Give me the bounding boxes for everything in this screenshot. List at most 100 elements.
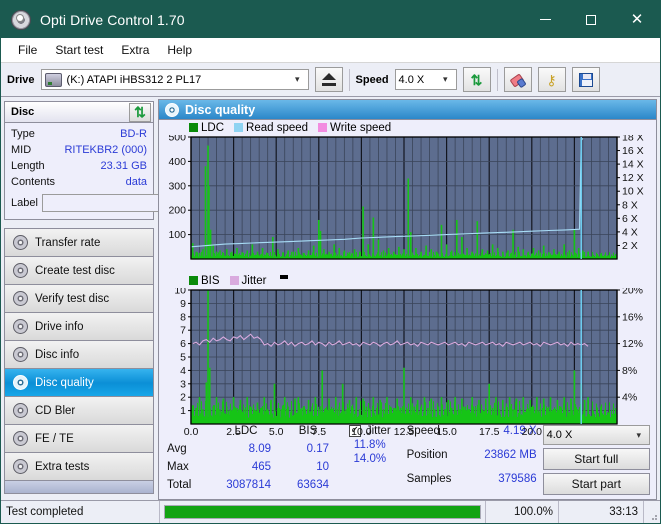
disc-row-value: 23.31 GB — [100, 160, 147, 172]
svg-text:8%: 8% — [622, 365, 637, 377]
stats-avg-ldc: 8.09 — [248, 443, 271, 455]
stats-row-label-avg: Avg — [167, 443, 187, 455]
svg-text:4 X: 4 X — [622, 226, 638, 238]
svg-text:4%: 4% — [622, 392, 637, 404]
sidebar-item-disc-info[interactable]: Disc info — [5, 341, 153, 369]
sidebar-item-disc-quality[interactable]: Disc quality — [5, 369, 153, 397]
svg-text:1: 1 — [180, 405, 186, 417]
sidebar-item-create-test-disc[interactable]: Create test disc — [5, 257, 153, 285]
sidebar-item-extra-tests[interactable]: Extra tests — [5, 453, 153, 481]
legend-entry-jitter: Jitter — [229, 274, 267, 287]
menu-file[interactable]: File — [9, 40, 46, 60]
test-speed-select[interactable]: 4.0 X ▾ — [542, 425, 650, 445]
progress-bar — [164, 505, 481, 519]
legend-entry-read-speed: Read speed — [234, 122, 308, 134]
svg-text:15.0: 15.0 — [436, 426, 457, 438]
progress-cell — [160, 501, 486, 523]
eraser-icon — [509, 72, 527, 88]
stats-row-label-total: Total — [167, 479, 192, 491]
svg-text:2.5: 2.5 — [226, 426, 241, 438]
disc-quality-panel: Disc quality LDC Read speed Write speed … — [158, 99, 657, 500]
drive-select[interactable]: (K:) ATAPI iHBS312 2 PL17 ▾ — [40, 69, 309, 90]
eject-icon — [321, 73, 336, 86]
position-label: Position — [406, 449, 448, 461]
sidebar-item-fe-te[interactable]: FE / TE — [5, 425, 153, 453]
keys-button[interactable]: ⚷ — [537, 67, 566, 92]
sidebar-item-cd-bler[interactable]: CD Bler — [5, 397, 153, 425]
save-button[interactable] — [571, 67, 600, 92]
svg-text:16 X: 16 X — [622, 145, 644, 157]
start-full-button[interactable]: Start full — [542, 448, 650, 470]
sidebar-item-drive-info[interactable]: Drive info — [5, 313, 153, 341]
status-message: Test completed — [1, 501, 160, 523]
menu-help[interactable]: Help — [158, 40, 201, 60]
save-icon — [578, 72, 593, 87]
left-sidebar: Disc ⇅ Type BD-R MID RITEKBR2 (000) Leng… — [1, 97, 253, 514]
position-value: 23862 MB — [484, 449, 537, 461]
menu-start-test[interactable]: Start test — [46, 40, 112, 60]
drive-select-value: (K:) ATAPI iHBS312 2 PL17 — [66, 73, 202, 86]
grip-icon — [649, 512, 658, 521]
legend-swatch — [189, 123, 198, 132]
minimize-button[interactable] — [522, 1, 568, 38]
legend-label: LDC — [201, 121, 225, 134]
refresh-button[interactable]: ⇅ — [462, 67, 491, 92]
legend-entry-ldc: LDC — [189, 122, 224, 134]
start-part-button[interactable]: Start part — [542, 473, 650, 495]
stats-avg-bis: 0.17 — [306, 443, 329, 455]
legend-label: Jitter — [241, 274, 267, 287]
refresh-icon: ⇅ — [470, 71, 483, 88]
svg-text:6 X: 6 X — [622, 213, 638, 225]
stats-max-bis: 10 — [316, 461, 329, 473]
resize-grip[interactable] — [644, 501, 660, 523]
sidebar-item-transfer-rate[interactable]: Transfer rate — [5, 229, 153, 257]
disc-refresh-button[interactable]: ⇅ — [129, 102, 151, 122]
erase-button[interactable] — [503, 67, 532, 92]
disc-quality-header: Disc quality — [159, 100, 656, 120]
sidebar-item-label: Verify test disc — [35, 292, 110, 305]
svg-text:100: 100 — [168, 229, 186, 241]
svg-text:12%: 12% — [622, 338, 643, 350]
disc-row-value: RITEKBR2 (000) — [64, 144, 147, 156]
eject-button[interactable] — [314, 67, 343, 92]
svg-text:20%: 20% — [622, 288, 643, 297]
chevron-down-icon: ▾ — [443, 74, 448, 84]
disc-icon — [13, 403, 28, 418]
svg-text:7.5: 7.5 — [311, 426, 326, 438]
sidebar-item-label: Create test disc — [35, 264, 115, 277]
keys-icon: ⚷ — [546, 71, 557, 88]
disc-row-mid: MID RITEKBR2 (000) — [11, 142, 147, 158]
disc-panel-body: Type BD-R MID RITEKBR2 (000) Length 23.3… — [5, 123, 253, 219]
legend-swatch — [234, 123, 244, 132]
disc-panel-title: Disc — [11, 106, 35, 118]
disc-icon — [13, 347, 28, 362]
svg-text:8: 8 — [180, 311, 186, 323]
svg-text:12.5: 12.5 — [394, 426, 415, 438]
svg-text:12 X: 12 X — [622, 172, 644, 184]
svg-text:2 X: 2 X — [622, 240, 638, 252]
charts-area: LDC Read speed Write speed 100 200 300 400 5… — [159, 120, 656, 439]
svg-text:200: 200 — [168, 205, 186, 217]
disc-icon — [13, 319, 28, 334]
disc-row-key: MID — [11, 144, 32, 156]
disc-label-row: Label — [11, 192, 253, 214]
disc-panel: Disc ⇅ Type BD-R MID RITEKBR2 (000) Leng… — [4, 101, 253, 220]
close-icon: ✕ — [630, 10, 644, 28]
speed-select[interactable]: 4.0 X ▾ — [394, 69, 457, 90]
svg-text:3: 3 — [180, 378, 186, 390]
disc-label-caption: Label — [11, 197, 38, 209]
menu-extra[interactable]: Extra — [112, 40, 158, 60]
sidebar-item-label: Disc info — [35, 348, 80, 361]
disc-icon — [13, 235, 28, 250]
disc-row-key: Type — [11, 128, 35, 140]
nav-list: Transfer rate Create test disc Verify te… — [4, 228, 154, 494]
stats-total-bis: 63634 — [297, 479, 329, 491]
jitter-avg-value: 11.8% — [353, 439, 386, 451]
jitter-marker-icon — [280, 275, 289, 279]
maximize-button[interactable] — [568, 1, 614, 38]
maximize-icon — [586, 14, 596, 25]
close-button[interactable]: ✕ — [614, 1, 660, 38]
disc-row-type: Type BD-R — [11, 126, 147, 142]
svg-text:400: 400 — [168, 156, 186, 168]
sidebar-item-verify-test-disc[interactable]: Verify test disc — [5, 285, 153, 313]
